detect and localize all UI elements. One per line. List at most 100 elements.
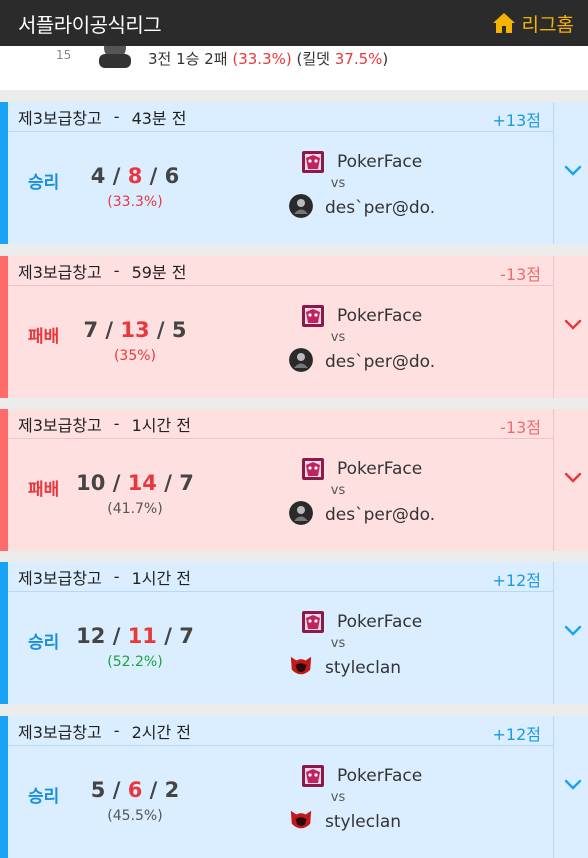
team-2: styleclan xyxy=(283,808,453,836)
deaths: 6 xyxy=(127,778,143,802)
assists: 7 xyxy=(179,471,194,495)
team-2-logo xyxy=(289,653,313,684)
team-1: PokerFace xyxy=(283,302,453,330)
kill-rate: 37.5% xyxy=(334,50,383,68)
pokerface-icon xyxy=(302,458,324,480)
match-header: 제3보급창고 - 59분 전 -13점 xyxy=(8,256,553,286)
team-1-name: PokerFace xyxy=(337,306,423,326)
team-1: PokerFace xyxy=(283,148,453,176)
kills: 10 xyxy=(76,471,106,495)
player-record: 3전 1승 2패 (33.3%) (킬뎃 37.5%) xyxy=(148,50,389,68)
vs-label: vs xyxy=(330,330,346,345)
deaths: 11 xyxy=(127,624,157,648)
top-bar: 서플라이공식리그 리그홈 xyxy=(0,0,588,46)
teams: PokerFace vs des`per@do. xyxy=(283,302,453,376)
league-home-button[interactable]: 리그홈 xyxy=(492,10,574,37)
chevron-down-icon[interactable] xyxy=(564,624,582,638)
chevron-down-icon[interactable] xyxy=(564,318,582,332)
team-2-logo xyxy=(289,807,313,838)
team-2: des`per@do. xyxy=(283,500,453,529)
divider xyxy=(553,562,554,704)
match-result: 승리 xyxy=(28,787,60,807)
chevron-down-icon[interactable] xyxy=(564,778,582,792)
team-1-name: PokerFace xyxy=(337,612,423,632)
match-result: 승리 xyxy=(28,633,60,653)
kills: 7 xyxy=(83,318,99,342)
pokerface-icon xyxy=(302,765,324,787)
match-time: 59분 전 xyxy=(131,262,187,282)
divider xyxy=(553,102,554,244)
team-1: PokerFace xyxy=(283,608,453,636)
chevron-down-icon[interactable] xyxy=(564,471,582,485)
kills: 5 xyxy=(90,778,106,802)
team-2: styleclan xyxy=(283,654,453,682)
app-title: 서플라이공식리그 xyxy=(18,12,162,37)
kda: 12 / 11 / 7 xyxy=(76,624,194,648)
vs-label: vs xyxy=(330,176,346,191)
chevron-down-icon[interactable] xyxy=(564,164,582,178)
kda: 7 / 13 / 5 xyxy=(83,318,187,342)
deaths: 8 xyxy=(127,164,143,188)
result-stripe xyxy=(0,716,8,858)
map-name: 제3보급창고 xyxy=(18,722,102,742)
vs-label: vs xyxy=(330,483,346,498)
record-rate: (33.3%) xyxy=(232,50,292,68)
match-result: 패배 xyxy=(28,327,60,347)
match-card-3[interactable]: 제3보급창고 - 1시간 전 -13점 패배 10 / 14 / 7 (41.7… xyxy=(0,409,588,551)
match-card-4[interactable]: 제3보급창고 - 1시간 전 +12점 승리 12 / 11 / 7 (52.2… xyxy=(0,562,588,704)
teams: PokerFace vs styleclan xyxy=(283,608,453,682)
team-2-name: styleclan xyxy=(325,812,402,832)
team-2-logo xyxy=(289,193,313,223)
team-1-name: PokerFace xyxy=(337,766,423,786)
team-2: des`per@do. xyxy=(283,347,453,376)
team-1-name: PokerFace xyxy=(337,152,423,172)
record-text: 3전 1승 2패 xyxy=(148,50,228,68)
styleclan-icon xyxy=(290,810,312,828)
match-result: 승리 xyxy=(28,173,60,193)
match-header: 제3보급창고 - 43분 전 +13점 xyxy=(8,102,553,132)
result-stripe xyxy=(0,256,8,398)
desperado-icon xyxy=(289,347,313,372)
kda: 4 / 8 / 6 xyxy=(90,164,180,188)
match-time: 1시간 전 xyxy=(131,415,191,435)
match-card-2[interactable]: 제3보급창고 - 59분 전 -13점 패배 7 / 13 / 5 (35%) … xyxy=(0,256,588,398)
pokerface-icon xyxy=(302,611,324,633)
assists: 2 xyxy=(164,778,180,802)
league-home-label: 리그홈 xyxy=(521,13,574,36)
map-name: 제3보급창고 xyxy=(18,262,102,282)
team-2-name: des`per@do. xyxy=(325,505,436,525)
team-2: des`per@do. xyxy=(283,193,453,223)
kill-rate: (35%) xyxy=(113,348,157,364)
teams: PokerFace vs des`per@do. xyxy=(283,455,453,529)
points-change: -13점 xyxy=(500,418,541,437)
vs-label: vs xyxy=(330,790,346,805)
map-name: 제3보급창고 xyxy=(18,415,102,435)
result-stripe xyxy=(0,102,8,244)
map-name: 제3보급창고 xyxy=(18,108,102,128)
match-time: 43분 전 xyxy=(131,108,187,128)
kill-rate: (45.5%) xyxy=(107,808,163,824)
kda: 5 / 6 / 2 xyxy=(90,778,180,802)
kda: 10 / 14 / 7 xyxy=(76,471,194,495)
points-change: +12점 xyxy=(492,571,542,590)
match-header: 제3보급창고 - 1시간 전 +12점 xyxy=(8,562,553,592)
kill-rate: (41.7%) xyxy=(107,501,163,517)
divider xyxy=(553,409,554,551)
points-change: +12점 xyxy=(492,725,542,744)
match-card-5[interactable]: 제3보급창고 - 2시간 전 +12점 승리 5 / 6 / 2 (45.5%)… xyxy=(0,716,588,858)
kill-rate: (33.3%) xyxy=(107,194,163,210)
player-summary: 15 3전 1승 2패 (33.3%) (킬뎃 37.5%) xyxy=(0,38,588,90)
teams: PokerFace vs des`per@do. xyxy=(283,148,453,222)
kills: 12 xyxy=(76,624,106,648)
divider xyxy=(553,256,554,398)
result-stripe xyxy=(0,562,8,704)
assists: 7 xyxy=(179,624,194,648)
team-1: PokerFace xyxy=(283,455,453,483)
kills: 4 xyxy=(90,164,106,188)
points-change: +13점 xyxy=(492,111,542,130)
vs-label: vs xyxy=(330,636,346,651)
match-header: 제3보급창고 - 2시간 전 +12점 xyxy=(8,716,553,746)
assists: 5 xyxy=(171,318,187,342)
match-card-1[interactable]: 제3보급창고 - 43분 전 +13점 승리 4 / 8 / 6 (33.3%)… xyxy=(0,102,588,244)
team-2-name: des`per@do. xyxy=(325,352,436,372)
